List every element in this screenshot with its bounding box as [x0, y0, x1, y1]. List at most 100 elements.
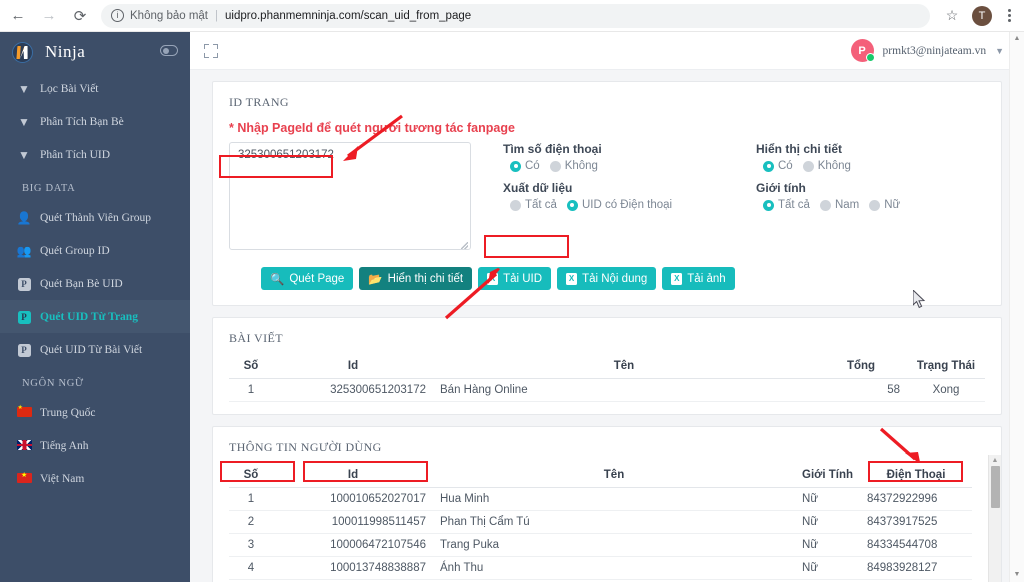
user-email: prmkt3@ninjateam.vn: [882, 44, 987, 57]
page-title: ID TRANG: [229, 95, 289, 109]
kebab-menu-icon[interactable]: [1000, 9, 1018, 22]
sidebar-collapse-toggle[interactable]: [160, 45, 178, 56]
scroll-up-arrow-icon[interactable]: ▲: [1010, 35, 1024, 42]
sidebar-item-loc-bai-viet[interactable]: ▼ Lọc Bài Viết: [0, 72, 190, 105]
radio-export-all[interactable]: Tất cả: [510, 199, 557, 211]
forward-arrow-icon[interactable]: →: [36, 3, 62, 29]
column-header-id: Id: [273, 354, 433, 379]
sidebar-item-label: Quét Thành Viên Group: [40, 211, 151, 224]
scroll-down-arrow-icon[interactable]: ▼: [1010, 571, 1024, 578]
sidebar-item-label: Phân Tích Bạn Bè: [40, 115, 124, 128]
radio-phone-no[interactable]: Không: [549, 160, 598, 172]
radio-detail-yes[interactable]: Có: [763, 160, 793, 172]
download-content-button[interactable]: X Tải Nội dung: [557, 267, 657, 290]
sidebar-item-label: Tiếng Anh: [40, 439, 89, 452]
sidebar-item-phan-tich-uid[interactable]: ▼ Phân Tích UID: [0, 138, 190, 171]
sidebar-item-language-vietnamese[interactable]: Việt Nam: [0, 462, 190, 495]
sidebar-item-language-chinese[interactable]: Trung Quốc: [0, 396, 190, 429]
main-content: P prmkt3@ninjateam.vn ▼ ID TRANG * Nhập …: [190, 32, 1024, 582]
option-title: Giới tính: [756, 181, 806, 195]
radio-label: Nữ: [884, 199, 901, 211]
radio-label: Có: [525, 160, 540, 172]
radio-label: Tất cả: [525, 199, 557, 211]
reload-icon[interactable]: ⟳: [67, 3, 93, 29]
table-row[interactable]: 4 100013748838887 Ánh Thu Nữ 84983928127: [229, 556, 972, 580]
sidebar-item-quet-thanh-vien-group[interactable]: 👤 Quét Thành Viên Group: [0, 201, 190, 234]
column-header-phone: Điện Thoại: [860, 463, 972, 488]
chevron-down-icon[interactable]: ▼: [995, 46, 1004, 56]
cell-id: 325300651203172: [273, 378, 433, 402]
option-group-export: Xuất dữ liệu Tất cả UID có Điện thoại: [503, 181, 744, 211]
radio-group-gender: Tất cả Nam Nữ: [756, 199, 985, 211]
sidebar-item-quet-uid-tu-trang[interactable]: P Quét UID Từ Trang: [0, 300, 190, 333]
radio-label: Tất cả: [778, 199, 810, 211]
table-row[interactable]: 2 100011998511457 Phan Thị Cẩm Tú Nữ 843…: [229, 510, 972, 534]
radio-gender-male[interactable]: Nam: [819, 199, 859, 211]
table-scrollbar[interactable]: ▲: [988, 455, 1001, 582]
radio-group-export: Tất cả UID có Điện thoại: [503, 199, 744, 211]
posts-title: BÀI VIẾT: [229, 331, 283, 345]
sidebar-item-label: Việt Nam: [40, 472, 85, 485]
radio-gender-female[interactable]: Nữ: [869, 199, 900, 211]
column-header-no: Số: [229, 463, 273, 488]
action-button-row: 🔍 Quét Page 📂 Hiển thị chi tiết X Tải UI…: [213, 267, 1001, 305]
user-menu[interactable]: P prmkt3@ninjateam.vn ▼: [850, 39, 1004, 62]
sidebar-item-quet-group-id[interactable]: 👥 Quét Group ID: [0, 234, 190, 267]
scrollbar-thumb[interactable]: [990, 466, 1000, 508]
radio-group-detail: Có Không: [756, 160, 985, 172]
sidebar-group-language: NGÔN NGỮ: [22, 378, 84, 389]
filter-icon: ▼: [18, 81, 30, 96]
radio-export-with-phone[interactable]: UID có Điện thoại: [566, 199, 673, 211]
fullscreen-expand-icon[interactable]: [204, 43, 218, 58]
scan-page-button[interactable]: 🔍 Quét Page: [261, 267, 354, 290]
button-label: Tải UID: [503, 272, 543, 285]
radio-phone-yes[interactable]: Có: [510, 160, 540, 172]
option-title: Hiển thị chi tiết: [756, 142, 843, 156]
form-note: * Nhập PageId để quét người tương tác fa…: [229, 121, 515, 135]
sidebar-item-language-english[interactable]: Tiếng Anh: [0, 429, 190, 462]
radio-group-phone: Có Không: [503, 160, 744, 172]
download-uid-button[interactable]: X Tải UID: [478, 267, 552, 290]
security-label: Không bảo mật: [130, 9, 209, 22]
info-icon[interactable]: i: [111, 9, 124, 22]
radio-label: UID có Điện thoại: [581, 199, 673, 211]
column-header-total: Tổng: [815, 354, 907, 379]
cell-no: 1: [229, 487, 273, 511]
sidebar-item-label: Quét UID Từ Trang: [40, 310, 138, 323]
radio-detail-no[interactable]: Không: [802, 160, 851, 172]
bookmark-star-icon[interactable]: ☆: [940, 4, 964, 28]
table-row[interactable]: 1 100010652027017 Hua Minh Nữ 8437292299…: [229, 487, 972, 511]
address-bar[interactable]: i Không bảo mật | uidpro.phanmemninja.co…: [101, 3, 930, 28]
back-arrow-icon[interactable]: ←: [5, 3, 31, 29]
radio-icon: [510, 160, 521, 172]
options-column-right: Hiển thị chi tiết Có Không Giới tính Tất…: [744, 142, 985, 255]
omnibox-divider: |: [215, 9, 219, 22]
show-detail-button[interactable]: 📂 Hiển thị chi tiết: [359, 267, 473, 290]
status-badge: Xong: [907, 378, 985, 402]
radio-icon: [566, 199, 578, 211]
sidebar-item-quet-uid-tu-bai-viet[interactable]: P Quét UID Từ Bài Viết: [0, 333, 190, 366]
page-scrollbar[interactable]: ▲ ▼: [1009, 32, 1024, 582]
radio-label: Không: [817, 160, 851, 172]
cell-id: 100006472107546: [273, 533, 433, 557]
column-header-status: Trạng Thái: [907, 354, 985, 379]
cell-phone: 84372922996: [860, 487, 972, 511]
cell-gender: Nữ: [795, 556, 860, 580]
cell-no: 3: [229, 533, 273, 557]
download-images-button[interactable]: X Tải ảnh: [662, 267, 735, 290]
radio-gender-all[interactable]: Tất cả: [763, 199, 810, 211]
pageid-input[interactable]: [229, 142, 471, 250]
sidebar-item-phan-tich-ban-be[interactable]: ▼ Phân Tích Bạn Bè: [0, 105, 190, 138]
textarea-resize-handle[interactable]: [461, 242, 468, 249]
column-header-gender: Giới Tính: [795, 463, 860, 488]
scroll-up-arrow-icon[interactable]: ▲: [989, 455, 1001, 466]
option-group-gender: Giới tính Tất cả Nam Nữ: [756, 181, 985, 211]
sidebar-header: Ninja: [0, 32, 190, 72]
cell-phone: 84373917525: [860, 510, 972, 534]
options-column-left: Tìm số điện thoại Có Không Xuất dữ liệu …: [503, 142, 744, 255]
sidebar-item-quet-ban-be-uid[interactable]: P Quét Bạn Bè UID: [0, 267, 190, 300]
table-row[interactable]: 1 325300651203172 Bán Hàng Online 58 Xon…: [229, 378, 985, 402]
table-row[interactable]: 3 100006472107546 Trang Puka Nữ 84334544…: [229, 533, 972, 557]
url-text: uidpro.phanmemninja.com/scan_uid_from_pa…: [225, 9, 472, 22]
chrome-profile-avatar[interactable]: T: [972, 5, 992, 26]
